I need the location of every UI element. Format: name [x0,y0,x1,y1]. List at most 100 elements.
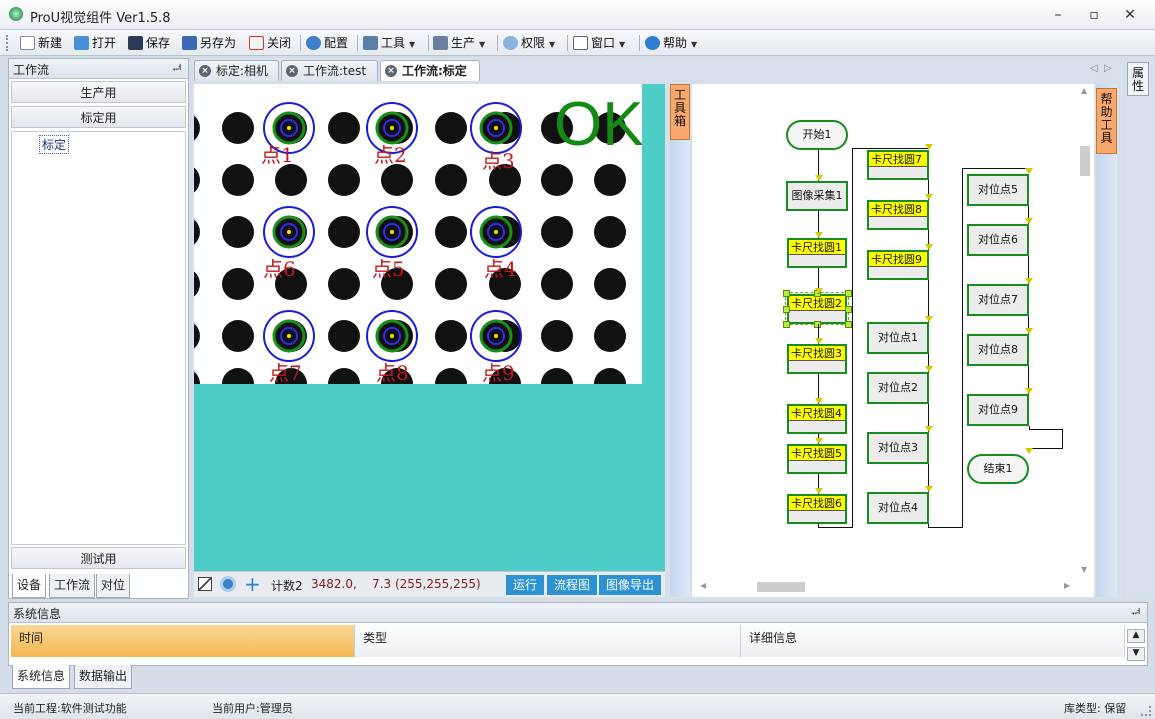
permission-menu-button[interactable]: 权限 ▼ [503,34,555,52]
tab-workflow[interactable]: 工作流 [49,574,96,598]
flow-node[interactable]: 对位点3 [867,432,929,464]
close-doc-button[interactable]: 关闭 [249,34,291,52]
section-calibration[interactable]: 标定用 [11,106,186,128]
calibration-dot [541,320,573,352]
flow-node[interactable]: 对位点7 [967,284,1029,316]
resize-grip-icon[interactable] [1141,706,1151,716]
sys-scroll-down-icon[interactable]: ▼ [1127,647,1145,661]
sys-scroll-up-icon[interactable]: ▲ [1127,629,1145,643]
minimize-button[interactable]: – [1044,5,1072,25]
flow-node[interactable]: 卡尺找圆6 [787,494,847,524]
section-production[interactable]: 生产用 [11,81,186,103]
scroll-left-icon[interactable]: ◀ [700,581,706,590]
run-button[interactable]: 运行 [506,575,545,595]
crosshair-icon[interactable]: + [244,572,261,596]
flowchart-button[interactable]: 流程图 [547,575,598,595]
flow-node[interactable]: 对位点8 [967,334,1029,366]
flow-node[interactable]: 对位点6 [967,224,1029,256]
app-logo-icon [9,7,23,21]
tab-devices[interactable]: 设备 [12,574,47,598]
column-time[interactable]: 时间 [11,625,355,657]
close-window-button[interactable]: ✕ [1116,5,1144,25]
calibration-dot [435,216,467,248]
help-tool-tab[interactable]: 帮助工具 [1096,88,1117,154]
flow-node[interactable]: 对位点9 [967,394,1029,426]
calibration-dot [541,216,573,248]
production-menu-button[interactable]: 生产 ▼ [433,34,485,52]
toolbox-strip: 工具箱 [670,84,690,597]
calibration-dot [194,167,200,193]
tab-data-output[interactable]: 数据输出 [74,665,133,689]
flow-node[interactable]: 结束1 [967,454,1029,484]
flow-node[interactable]: 对位点2 [867,372,929,404]
resize-handle[interactable] [783,290,790,297]
tools-menu-button[interactable]: 工具 ▼ [363,34,415,52]
flow-arrow-icon [925,486,933,492]
calibration-dot [222,112,254,144]
config-button[interactable]: 配置 [306,34,348,52]
save-as-button[interactable]: 另存为 [182,34,236,52]
resize-handle[interactable] [845,321,852,328]
flow-node[interactable]: 卡尺找圆7 [867,150,929,180]
tab-workflow-calibration[interactable]: × 工作流:标定 [380,60,480,81]
scroll-right-icon[interactable]: ▶ [1064,581,1070,590]
flow-node[interactable]: 卡尺找圆8 [867,200,929,230]
gear-icon[interactable] [220,576,236,592]
flow-node[interactable]: 对位点1 [867,322,929,354]
close-icon[interactable]: × [286,65,298,77]
close-icon[interactable]: × [199,65,211,77]
tab-scroll-left-icon[interactable]: ◁ [1090,63,1098,74]
chevron-down-icon: ▼ [479,40,486,49]
tree-item-calibration[interactable]: 标定 [39,135,70,154]
pin-icon[interactable]: ᆏ [172,61,182,77]
image-export-button[interactable]: 图像导出 [599,575,662,595]
column-type[interactable]: 类型 [355,625,741,657]
flow-node[interactable]: 卡尺找圆9 [867,250,929,280]
open-button[interactable]: 打开 [74,34,116,52]
new-button[interactable]: 新建 [20,34,62,52]
section-test[interactable]: 测试用 [11,547,186,569]
flow-node[interactable]: 卡尺找圆5 [787,444,847,474]
flow-node[interactable]: 卡尺找圆4 [787,404,847,434]
close-icon[interactable]: × [385,65,397,77]
pin-icon[interactable]: ᆏ [1131,605,1141,621]
help-menu-button[interactable]: 帮助 ▼ [645,34,697,52]
column-details[interactable]: 详细信息 [741,625,1125,657]
user-icon [503,36,518,50]
flow-node[interactable]: 开始1 [786,120,848,150]
window-menu-button[interactable]: 窗口 ▼ [573,34,625,52]
flow-node[interactable]: 对位点5 [967,174,1029,206]
fit-image-icon[interactable] [198,577,212,591]
toolbar-separator [300,35,301,51]
tab-system-info[interactable]: 系统信息 [12,665,71,689]
circle-center-point [390,126,394,130]
calibration-dot [194,371,200,384]
flow-node[interactable]: 图像采集1 [786,181,848,211]
flow-connector [1029,448,1063,449]
properties-tab[interactable]: 属性 [1127,62,1149,96]
scroll-down-icon[interactable]: ▼ [1081,565,1087,574]
resize-handle[interactable] [783,306,790,313]
flow-node[interactable]: 卡尺找圆1 [787,238,847,268]
calibration-dot [594,164,626,196]
maximize-button[interactable]: ▫ [1080,5,1108,25]
flow-node-label: 卡尺找圆8 [869,202,927,217]
vertical-scrollbar-thumb[interactable] [1080,146,1090,176]
tab-alignment[interactable]: 对位 [96,574,131,598]
resize-handle[interactable] [845,306,852,313]
save-button[interactable]: 保存 [128,34,170,52]
toolbox-tab[interactable]: 工具箱 [670,84,690,140]
flow-node[interactable]: 对位点4 [867,492,929,524]
resize-handle[interactable] [845,290,852,297]
resize-handle[interactable] [783,321,790,328]
flow-arrow-icon [815,175,823,181]
calibration-image[interactable]: 点1 点2 点3 点6 点5 点4 点7 点8 点9 OK [194,84,642,384]
tools-icon [363,36,378,50]
tab-scroll-right-icon[interactable]: ▷ [1104,63,1112,74]
chevron-down-icon: ▼ [409,40,416,49]
tab-camera-calibration[interactable]: × 标定:相机 [194,60,279,81]
horizontal-scrollbar-thumb[interactable] [757,582,805,592]
flow-node[interactable]: 卡尺找圆3 [787,344,847,374]
tab-workflow-test[interactable]: × 工作流:test [281,60,378,81]
scroll-up-icon[interactable]: ▲ [1081,86,1087,95]
